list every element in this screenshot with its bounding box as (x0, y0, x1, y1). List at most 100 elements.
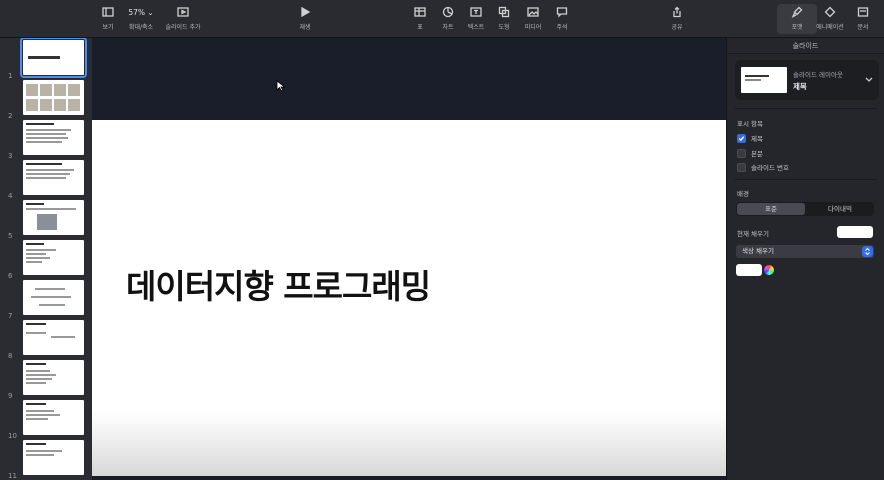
slide-thumbnail-11[interactable]: 11 (0, 440, 92, 480)
slide-thumbnail-10[interactable]: 10 (0, 400, 92, 440)
checkbox-title-row[interactable]: 제목 (737, 133, 763, 143)
segment-dynamic[interactable]: 다이내믹 (806, 202, 874, 216)
current-fill-swatch[interactable] (837, 226, 873, 238)
thumbnail-preview (23, 80, 84, 115)
sidebar-icon (102, 4, 114, 20)
thumbnail-number: 10 (8, 432, 17, 440)
thumbnail-preview (23, 200, 84, 235)
checkbox-label: 슬라이드 번호 (751, 164, 789, 172)
slide-thumbnail-9[interactable]: 9 (0, 360, 92, 400)
slide-thumbnail-1[interactable]: 1 (0, 38, 92, 80)
fill-type-select[interactable]: 색상 채우기 (736, 245, 874, 258)
checkbox-label: 제목 (751, 135, 763, 143)
checkbox-body[interactable] (737, 148, 746, 158)
divider (735, 179, 877, 180)
checkbox-label: 본문 (751, 150, 763, 158)
share-button[interactable]: 공유 (657, 4, 697, 31)
thumbnail-number: 8 (8, 352, 13, 360)
add-slide-label: 슬라이드 추가 (165, 24, 201, 31)
shape-label: 도형 (498, 24, 510, 31)
color-well[interactable] (736, 264, 762, 276)
shape-icon (498, 4, 510, 20)
thumbnail-number: 6 (8, 272, 13, 280)
thumbnail-preview (23, 400, 84, 435)
slide-thumbnail-4[interactable]: 4 (0, 160, 92, 200)
textbox-icon (470, 4, 482, 20)
slide-layout-picker[interactable]: 슬라이드 레이아웃 제목 (735, 60, 879, 100)
format-label: 포맷 (791, 24, 803, 31)
thumbnail-number: 9 (8, 392, 13, 400)
mouse-cursor-icon (276, 80, 286, 92)
comment-label: 주석 (556, 24, 568, 31)
thumbnail-preview (23, 440, 84, 475)
photo-icon (527, 4, 539, 20)
thumbnail-number: 1 (8, 72, 13, 80)
slide-thumbnail-3[interactable]: 3 (0, 120, 92, 160)
canvas-background (92, 38, 726, 120)
checkmark-icon (738, 135, 745, 141)
slide-thumbnail-6[interactable]: 6 (0, 240, 92, 280)
zoom-label: 확대/축소 (128, 24, 154, 31)
thumbnail-number: 3 (8, 152, 13, 160)
layout-sub-label: 슬라이드 레이아웃 (793, 71, 843, 79)
format-inspector: 슬라이드 슬라이드 레이아웃 제목 표시 항목 제목 본문 슬라이드 번호 배경… (726, 38, 884, 480)
layout-preview (741, 67, 787, 93)
slide-thumbnail-2[interactable]: 2 (0, 80, 92, 120)
document-button[interactable]: 문서 (843, 4, 883, 31)
zoom-value: 57% ⌄ (128, 7, 154, 17)
toolbar: 보기 57% ⌄ 확대/축소 슬라이드 추가 재생 표 차트 텍스트 도형 미디… (0, 0, 884, 38)
thumbnail-preview (23, 320, 84, 355)
background-mode-segmented-control[interactable]: 표준 다이내믹 (736, 202, 874, 216)
slide-thumbnail-8[interactable]: 8 (0, 320, 92, 360)
display-items-label: 표시 항목 (737, 120, 763, 128)
keynote-window: 보기 57% ⌄ 확대/축소 슬라이드 추가 재생 표 차트 텍스트 도형 미디… (0, 0, 884, 480)
text-label: 텍스트 (467, 24, 485, 31)
media-label: 미디어 (524, 24, 542, 31)
chevron-down-icon (865, 77, 873, 82)
checkbox-slide-number[interactable] (737, 162, 746, 172)
thumbnail-preview (23, 360, 84, 395)
thumbnail-number: 7 (8, 312, 13, 320)
share-label: 공유 (671, 24, 683, 31)
thumbnail-number: 2 (8, 112, 13, 120)
document-icon (857, 4, 869, 20)
checkbox-body-row[interactable]: 본문 (737, 148, 763, 158)
layout-name: 제목 (793, 82, 807, 91)
thumbnail-preview (23, 240, 84, 275)
segment-standard[interactable]: 표준 (737, 203, 805, 215)
checkbox-slide-number-row[interactable]: 슬라이드 번호 (737, 162, 789, 172)
paintbrush-icon (791, 4, 803, 20)
share-icon (671, 4, 683, 20)
play-button[interactable]: 재생 (285, 4, 325, 31)
slide-title[interactable]: 데이터지향 프로그래밍 (126, 260, 431, 308)
animate-label: 애니메이션 (816, 24, 844, 31)
comment-icon (556, 4, 568, 20)
chart-label: 차트 (442, 24, 454, 31)
slide-thumbnail-5[interactable]: 5 (0, 200, 92, 240)
slide-canvas[interactable]: 데이터지향 프로그래밍 (92, 120, 726, 476)
slide-navigator[interactable]: 1 2 3 4 5 6 7 8 9 10 11 (0, 38, 92, 480)
play-label: 재생 (299, 24, 311, 31)
table-label: 표 (417, 24, 423, 31)
select-arrows-icon (862, 246, 873, 257)
thumbnail-number: 5 (8, 232, 13, 240)
checkbox-title[interactable] (737, 133, 746, 143)
table-icon (414, 4, 426, 20)
background-label: 배경 (737, 190, 749, 198)
thumbnail-preview (23, 160, 84, 195)
document-label: 문서 (857, 24, 869, 31)
comment-button[interactable]: 주석 (542, 4, 582, 31)
view-label: 보기 (102, 24, 114, 31)
color-wheel-icon[interactable] (764, 265, 774, 275)
zoom-button[interactable]: 57% ⌄ 확대/축소 (121, 4, 161, 32)
divider (735, 108, 877, 109)
animate-icon (824, 4, 836, 20)
chart-icon (442, 4, 454, 20)
fill-type-value: 색상 채우기 (742, 247, 774, 255)
play-icon (299, 4, 311, 20)
inspector-header: 슬라이드 (727, 38, 884, 54)
slide-thumbnail-7[interactable]: 7 (0, 280, 92, 320)
add-slide-button[interactable]: 슬라이드 추가 (162, 4, 204, 31)
thumbnail-number: 11 (8, 472, 17, 480)
add-slide-icon (177, 4, 189, 20)
